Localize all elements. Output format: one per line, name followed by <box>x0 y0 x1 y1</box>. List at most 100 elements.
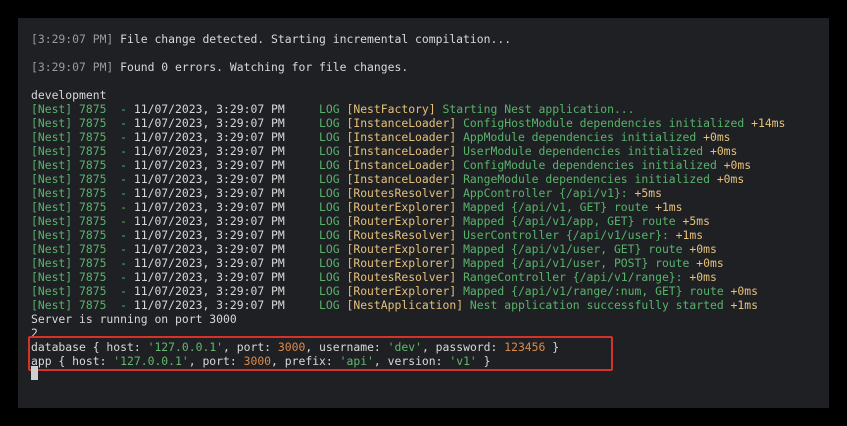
nest-log-duration: +14ms <box>751 116 786 130</box>
nest-log-message: Starting Nest application... <box>435 102 635 116</box>
nest-log-line: [Nest] 7875 - 11/07/2023, 3:29:07 PM LOG… <box>31 172 744 186</box>
nest-log-message: ConfigModule dependencies initialized <box>456 158 724 172</box>
nest-log-line: [Nest] 7875 - 11/07/2023, 3:29:07 PM LOG… <box>31 158 751 172</box>
nest-log-prefix: [Nest] 7875 - <box>31 144 134 158</box>
nest-log-prefix: [Nest] 7875 - <box>31 242 134 256</box>
nest-log-context: [NestFactory] <box>346 102 436 116</box>
nest-log-timestamp: 11/07/2023, 3:29:07 PM <box>133 186 285 200</box>
nest-log-level: LOG <box>319 186 340 200</box>
server-status-line: Server is running on port 3000 <box>31 312 237 326</box>
nest-log-timestamp: 11/07/2023, 3:29:07 PM <box>133 242 285 256</box>
nest-log-timestamp: 11/07/2023, 3:29:07 PM <box>133 200 285 214</box>
nest-log-prefix: [Nest] 7875 - <box>31 200 134 214</box>
nest-log-message: Mapped {/api/v1/user, POST} route <box>456 256 697 270</box>
nest-log-line: [Nest] 7875 - 11/07/2023, 3:29:07 PM LOG… <box>31 214 710 228</box>
nest-log-duration: +5ms <box>634 186 662 200</box>
nest-log-context: [RoutesResolver] <box>346 186 457 200</box>
highlight-annotation-box <box>28 336 613 371</box>
nest-log-prefix: [Nest] 7875 - <box>31 284 134 298</box>
nest-log-duration: +0ms <box>730 284 758 298</box>
nest-log-message: AppModule dependencies initialized <box>456 130 704 144</box>
nest-log-level: LOG <box>319 270 340 284</box>
nest-log-message: UserModule dependencies initialized <box>456 144 710 158</box>
nest-log-line: [Nest] 7875 - 11/07/2023, 3:29:07 PM LOG… <box>31 144 737 158</box>
compile-timestamp: [3:29:07 PM] <box>31 60 114 74</box>
nest-log-duration: +0ms <box>716 172 745 186</box>
nest-log-context: [NestApplication] <box>346 298 464 312</box>
compile-message: Found 0 errors. Watching for file change… <box>113 60 409 74</box>
nest-log-level: LOG <box>319 256 340 270</box>
nest-log-prefix: [Nest] 7875 - <box>31 102 134 116</box>
nest-log-duration: +0ms <box>689 270 717 284</box>
nest-log-prefix: [Nest] 7875 - <box>31 256 134 270</box>
nest-log-message: RangeController {/api/v1/range}: <box>456 270 690 284</box>
nest-log-level: LOG <box>319 158 340 172</box>
nest-log-timestamp: 11/07/2023, 3:29:07 PM <box>133 214 285 228</box>
nest-log-context: [RouterExplorer] <box>346 256 457 270</box>
nest-log-line: [Nest] 7875 - 11/07/2023, 3:29:07 PM LOG… <box>31 186 662 200</box>
nest-log-prefix: [Nest] 7875 - <box>31 116 134 130</box>
nest-log-message: AppController {/api/v1}: <box>456 186 635 200</box>
nest-log-line: [Nest] 7875 - 11/07/2023, 3:29:07 PM LOG… <box>31 242 717 256</box>
nest-log-prefix: [Nest] 7875 - <box>31 186 134 200</box>
nest-log-message: Mapped {/api/v1/range/:num, GET} route <box>456 284 731 298</box>
nest-log-line: [Nest] 7875 - 11/07/2023, 3:29:07 PM LOG… <box>31 298 758 312</box>
nest-log-level: LOG <box>319 228 340 242</box>
nest-log-context: [RouterExplorer] <box>346 200 457 214</box>
nest-log-context: [InstanceLoader] <box>346 158 457 172</box>
nest-log-line: [Nest] 7875 - 11/07/2023, 3:29:07 PM LOG… <box>31 270 717 284</box>
nest-log-timestamp: 11/07/2023, 3:29:07 PM <box>133 256 285 270</box>
nest-log-context: [InstanceLoader] <box>346 144 457 158</box>
nest-log-line: [Nest] 7875 - 11/07/2023, 3:29:07 PM LOG… <box>31 130 731 144</box>
nest-log-level: LOG <box>319 242 340 256</box>
nest-log-prefix: [Nest] 7875 - <box>31 172 134 186</box>
nest-log-message: RangeModule dependencies initialized <box>456 172 717 186</box>
nest-log-timestamp: 11/07/2023, 3:29:07 PM <box>133 130 285 144</box>
nest-log-timestamp: 11/07/2023, 3:29:07 PM <box>133 102 285 116</box>
env-line: development <box>31 88 107 102</box>
nest-log-line: [Nest] 7875 - 11/07/2023, 3:29:07 PM LOG… <box>31 102 635 116</box>
nest-log-context: [RoutesResolver] <box>346 270 457 284</box>
nest-log-message: Mapped {/api/v1/user, GET} route <box>456 242 690 256</box>
nest-log-timestamp: 11/07/2023, 3:29:07 PM <box>133 158 285 172</box>
nest-log-level: LOG <box>319 200 340 214</box>
compile-message: File change detected. Starting increment… <box>113 32 512 46</box>
nest-log-line: [Nest] 7875 - 11/07/2023, 3:29:07 PM LOG… <box>31 284 758 298</box>
nest-log-duration: +5ms <box>682 214 710 228</box>
nest-log-duration: +0ms <box>703 130 731 144</box>
nest-log-prefix: [Nest] 7875 - <box>31 298 134 312</box>
nest-log-context: [RouterExplorer] <box>346 284 457 298</box>
nest-log-timestamp: 11/07/2023, 3:29:07 PM <box>133 144 285 158</box>
compile-line: [3:29:07 PM] File change detected. Start… <box>31 32 511 46</box>
terminal-window[interactable]: [3:29:07 PM] File change detected. Start… <box>18 18 829 408</box>
nest-log-context: [InstanceLoader] <box>346 130 457 144</box>
nest-log-context: [RoutesResolver] <box>346 228 457 242</box>
nest-log-prefix: [Nest] 7875 - <box>31 270 134 284</box>
nest-log-context: [RouterExplorer] <box>346 214 457 228</box>
nest-log-timestamp: 11/07/2023, 3:29:07 PM <box>133 228 285 242</box>
nest-log-context: [RouterExplorer] <box>346 242 457 256</box>
nest-log-timestamp: 11/07/2023, 3:29:07 PM <box>133 116 285 130</box>
nest-log-duration: +1ms <box>675 228 704 242</box>
nest-log-duration: +0ms <box>723 158 752 172</box>
nest-log-prefix: [Nest] 7875 - <box>31 158 134 172</box>
nest-log-timestamp: 11/07/2023, 3:29:07 PM <box>133 284 285 298</box>
nest-log-context: [InstanceLoader] <box>346 116 457 130</box>
nest-log-level: LOG <box>319 130 340 144</box>
nest-log-level: LOG <box>319 172 340 186</box>
nest-log-level: LOG <box>319 284 340 298</box>
nest-log-duration: +1ms <box>655 200 683 214</box>
nest-log-line: [Nest] 7875 - 11/07/2023, 3:29:07 PM LOG… <box>31 116 785 130</box>
nest-log-level: LOG <box>319 144 340 158</box>
compile-line: [3:29:07 PM] Found 0 errors. Watching fo… <box>31 60 408 74</box>
nest-log-level: LOG <box>319 116 340 130</box>
nest-log-duration: +1ms <box>730 298 758 312</box>
nest-log-prefix: [Nest] 7875 - <box>31 130 134 144</box>
nest-log-message: Mapped {/api/v1, GET} route <box>456 200 656 214</box>
nest-log-level: LOG <box>319 298 340 312</box>
nest-log-prefix: [Nest] 7875 - <box>31 228 134 242</box>
nest-log-prefix: [Nest] 7875 - <box>31 214 134 228</box>
nest-log-timestamp: 11/07/2023, 3:29:07 PM <box>133 172 285 186</box>
nest-log-message: ConfigHostModule dependencies initialize… <box>456 116 752 130</box>
nest-log-level: LOG <box>319 102 340 116</box>
